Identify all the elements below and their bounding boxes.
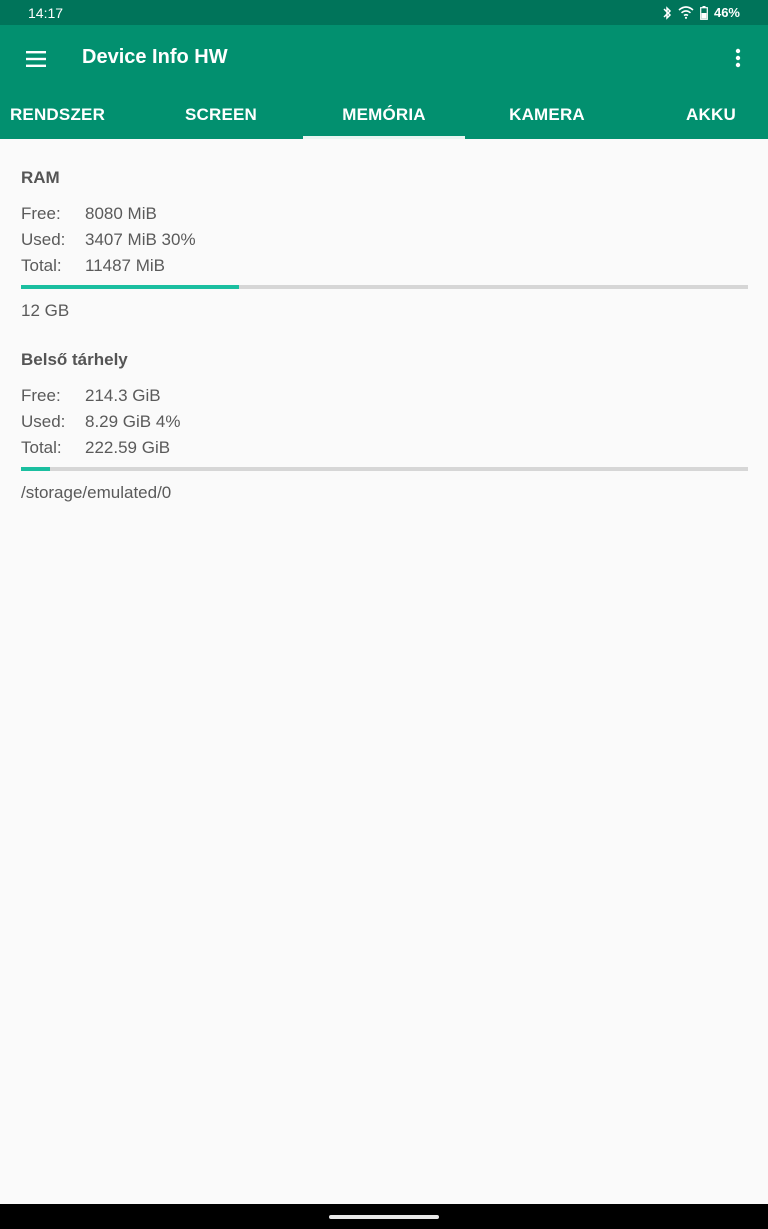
storage-used-row: Used: 8.29 GiB 4% bbox=[21, 412, 181, 431]
tab-bar: RENDSZER SCREEN MEMÓRIA KAMERA AKKU bbox=[0, 91, 768, 139]
tab-kamera[interactable]: KAMERA bbox=[466, 91, 628, 139]
gesture-handle[interactable] bbox=[329, 1215, 439, 1219]
ram-section: RAM Free: 8080 MiB Used: 3407 MiB 30% Tota… bbox=[21, 139, 748, 321]
tab-akku[interactable]: AKKU bbox=[654, 91, 768, 139]
tab-screen[interactable]: SCREEN bbox=[140, 91, 302, 139]
tab-rendszer[interactable]: RENDSZER bbox=[0, 91, 115, 139]
storage-section: Belső tárhely Free: 214.3 GiB Used: 8.29 G… bbox=[21, 321, 748, 503]
ram-progress-fill bbox=[21, 285, 240, 289]
ram-free-row: Free: 8080 MiB bbox=[21, 204, 157, 223]
app-title: Device Info HW bbox=[82, 46, 228, 68]
battery-level: 46% bbox=[713, 5, 740, 20]
status-time: 14:17 bbox=[28, 4, 64, 21]
storage-progress-bar bbox=[21, 467, 748, 471]
ram-total-row: Total: 11487 MiB bbox=[21, 256, 166, 275]
wifi-icon bbox=[678, 6, 694, 19]
hamburger-menu-icon[interactable] bbox=[24, 47, 48, 71]
more-vert-icon[interactable] bbox=[730, 45, 746, 71]
bluetooth-icon bbox=[663, 5, 672, 20]
ram-size-note: 12 GB bbox=[21, 301, 70, 320]
tab-memoria[interactable]: MEMÓRIA bbox=[303, 91, 465, 139]
storage-path-note: /storage/emulated/0 bbox=[21, 483, 172, 502]
memory-content: RAM Free: 8080 MiB Used: 3407 MiB 30% Tota… bbox=[21, 139, 748, 503]
navigation-bar bbox=[0, 1204, 768, 1229]
storage-total-row: Total: 222.59 GiB bbox=[21, 438, 171, 457]
app-bar: Device Info HW bbox=[0, 25, 768, 91]
storage-free-row: Free: 214.3 GiB bbox=[21, 386, 161, 405]
status-bar: 14:17 46% bbox=[0, 0, 768, 25]
ram-progress-bar bbox=[21, 285, 748, 289]
storage-progress-fill bbox=[21, 467, 51, 471]
storage-title: Belső tárhely bbox=[21, 350, 128, 369]
ram-title: RAM bbox=[21, 168, 60, 187]
ram-used-row: Used: 3407 MiB 30% bbox=[21, 230, 196, 249]
battery-icon bbox=[700, 5, 708, 20]
status-icons: 46% bbox=[662, 5, 740, 20]
